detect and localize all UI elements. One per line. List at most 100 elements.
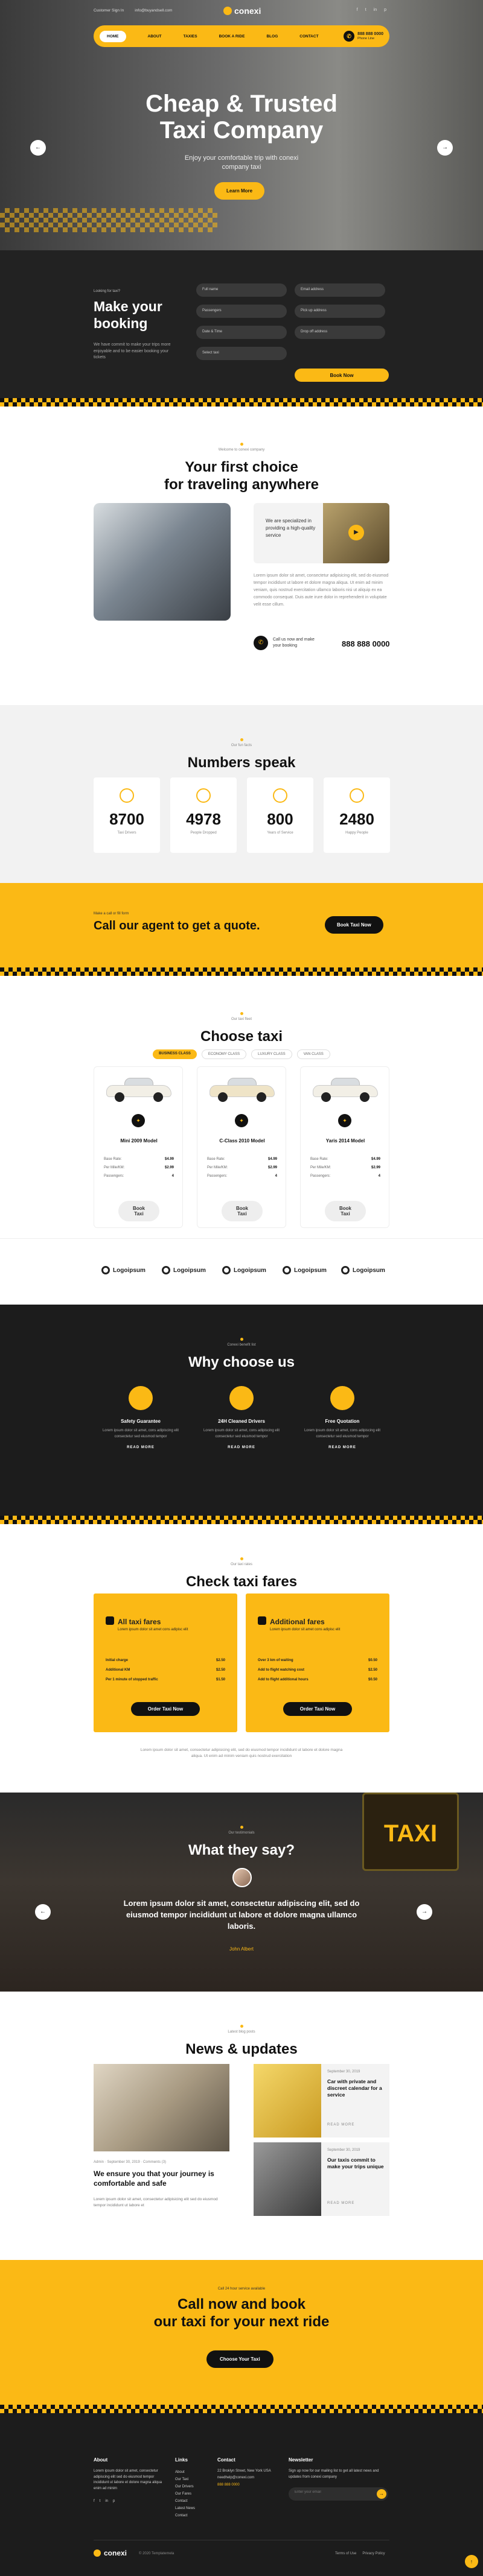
choose-your-taxi-button[interactable]: Choose Your Taxi: [206, 2350, 273, 2368]
calendar-icon: [273, 788, 287, 803]
news-side-image[interactable]: [254, 2142, 321, 2216]
customer-sign-in-link[interactable]: Customer Sign In: [94, 8, 124, 13]
privacy-link[interactable]: Privacy Policy: [362, 2552, 385, 2555]
header-phone[interactable]: ✆ 888 888 0000 Phone Line: [344, 31, 383, 42]
nav-contact[interactable]: CONTACT: [299, 34, 318, 39]
footer-link[interactable]: About: [175, 2469, 195, 2476]
footer-link[interactable]: Our Taxi: [175, 2476, 195, 2483]
footer-heading: About: [94, 2457, 108, 2463]
partner-mark-icon: [283, 1266, 291, 1274]
terms-link[interactable]: Terms of Use: [335, 2552, 356, 2555]
footer-phone[interactable]: 888 888 0000: [217, 2481, 278, 2489]
email-field[interactable]: Email address: [295, 283, 385, 297]
fare-row: Per 1 minute of stopped traffic $1.50: [106, 1678, 225, 1682]
news-section: Latest blog posts News & updates Admin ·…: [0, 1992, 483, 2260]
filter-luxury[interactable]: LUXURY CLASS: [251, 1049, 292, 1059]
taxi-name: Mini 2009 Model: [120, 1138, 158, 1144]
facebook-icon[interactable]: f: [357, 8, 358, 12]
dropoff-address-field[interactable]: Drop off address: [295, 326, 385, 339]
feature-title: Safety Guarantee: [121, 1419, 161, 1424]
footer-logo[interactable]: conexi: [94, 2549, 127, 2557]
filter-van[interactable]: VAN CLASS: [296, 1049, 330, 1059]
read-more-link[interactable]: READ MORE: [297, 1446, 388, 1449]
copyright: © 2020 Templatemela: [139, 2552, 174, 2555]
nav-taxies[interactable]: TAXIES: [184, 34, 197, 39]
partner-logo[interactable]: Logoipsum: [101, 1266, 146, 1274]
nav-blog[interactable]: BLOG: [266, 34, 278, 39]
partner-logo[interactable]: Logoipsum: [283, 1266, 327, 1274]
footer-link[interactable]: Contact: [175, 2512, 195, 2519]
send-arrow-icon[interactable]: →: [377, 2489, 386, 2499]
intro-phone[interactable]: 888 888 0000: [342, 639, 390, 648]
twitter-icon[interactable]: t: [365, 8, 366, 12]
pinterest-icon[interactable]: p: [113, 2498, 115, 2505]
partner-logo[interactable]: Logoipsum: [341, 1266, 385, 1274]
email-link[interactable]: info@buyandsell.com: [135, 8, 172, 13]
book-taxi-button[interactable]: Book Taxi: [325, 1201, 366, 1221]
facebook-icon[interactable]: f: [94, 2498, 95, 2505]
read-more-link[interactable]: READ MORE: [327, 2123, 354, 2127]
nav-about[interactable]: ABOUT: [148, 34, 162, 39]
footer-email[interactable]: needhelp@conexi.com: [217, 2474, 278, 2481]
read-more-link[interactable]: READ MORE: [327, 2201, 354, 2205]
footer-link[interactable]: Latest News: [175, 2505, 195, 2512]
news-main-image[interactable]: [94, 2064, 229, 2151]
newsletter-email-input[interactable]: [295, 2490, 367, 2495]
book-taxi-button[interactable]: Book Taxi: [118, 1201, 159, 1221]
partner-logo[interactable]: Logoipsum: [222, 1266, 266, 1274]
testimonial-prev-arrow-icon[interactable]: ←: [35, 1904, 51, 1920]
logo-mark-icon: [223, 7, 232, 15]
numbers-kicker: Our fun facts: [231, 744, 252, 747]
feature-desc: Lorem ipsum dolor sit amet, cons adipisc…: [304, 1429, 381, 1438]
news-side-title[interactable]: Car with private and discreet calendar f…: [327, 2078, 385, 2098]
linkedin-icon[interactable]: in: [105, 2498, 108, 2505]
scroll-top-icon[interactable]: ↑: [465, 2555, 478, 2568]
footer-link[interactable]: Our Fares: [175, 2490, 195, 2498]
nav-home[interactable]: HOME: [100, 30, 126, 42]
nav-book-a-ride[interactable]: BOOK A RIDE: [219, 34, 245, 39]
numbers-title: Numbers speak: [187, 755, 296, 771]
hero-prev-arrow-icon[interactable]: ←: [30, 140, 46, 156]
play-icon[interactable]: ▶: [348, 525, 364, 540]
filter-economy[interactable]: ECONOMY CLASS: [201, 1049, 247, 1059]
date-time-field[interactable]: Date & Time: [196, 326, 287, 339]
taxi-rate-row: Passengers: 4: [104, 1174, 174, 1178]
book-taxi-button[interactable]: Book Taxi: [222, 1201, 263, 1221]
news-side-title[interactable]: Our taxis commit to make your trips uniq…: [327, 2157, 385, 2170]
partner-logo[interactable]: Logoipsum: [162, 1266, 206, 1274]
order-taxi-button[interactable]: Order Taxi Now: [131, 1702, 200, 1716]
why-kicker: Conexi benefit list: [227, 1343, 256, 1347]
read-more-link[interactable]: READ MORE: [196, 1446, 287, 1449]
book-now-button[interactable]: Book Now: [295, 369, 389, 382]
pickup-address-field[interactable]: Pick up address: [295, 305, 385, 318]
news-main-title[interactable]: We ensure you that your journey is comfo…: [94, 2169, 223, 2188]
footer-link[interactable]: Our Drivers: [175, 2483, 195, 2490]
hero-next-arrow-icon[interactable]: →: [437, 140, 453, 156]
order-taxi-button[interactable]: Order Taxi Now: [283, 1702, 352, 1716]
news-side-image[interactable]: [254, 2064, 321, 2138]
hero-learn-more-button[interactable]: Learn More: [214, 182, 265, 200]
intro-section: Welcome to conexi company Your first cho…: [0, 407, 483, 705]
news-title: News & updates: [185, 2041, 298, 2057]
full-name-field[interactable]: Full name: [196, 283, 287, 297]
pinterest-icon[interactable]: p: [384, 8, 386, 12]
select-taxi-field[interactable]: Select taxi: [196, 347, 287, 360]
taxi-icon: [106, 1616, 114, 1625]
passengers-field[interactable]: Passengers: [196, 305, 287, 318]
read-more-link[interactable]: READ MORE: [95, 1446, 186, 1449]
taxi-badge-icon: ✦: [338, 1114, 351, 1127]
book-taxi-now-button[interactable]: Book Taxi Now: [325, 916, 383, 934]
taxi-rate-row: Base Rate: $4.99: [310, 1157, 380, 1161]
filter-business[interactable]: BUSINESS CLASS: [153, 1049, 197, 1059]
taxi-rate-row: Per Mile/KM: $2.99: [310, 1166, 380, 1169]
footer-link[interactable]: Contact: [175, 2498, 195, 2505]
fare-row: Initial charge $2.50: [106, 1659, 225, 1662]
twitter-icon[interactable]: t: [100, 2498, 101, 2505]
testimonial-quote: Lorem ipsum dolor sit amet, consectetur …: [123, 1899, 360, 1931]
logo-mark-icon: [94, 2549, 101, 2557]
stat-card: 4978 People Dropped: [170, 777, 237, 853]
footer-about: About Lorem ipsum dolor sit amet, consect…: [94, 2455, 166, 2505]
testimonial-next-arrow-icon[interactable]: →: [417, 1904, 432, 1920]
logo[interactable]: conexi: [223, 6, 261, 16]
linkedin-icon[interactable]: in: [374, 8, 377, 12]
